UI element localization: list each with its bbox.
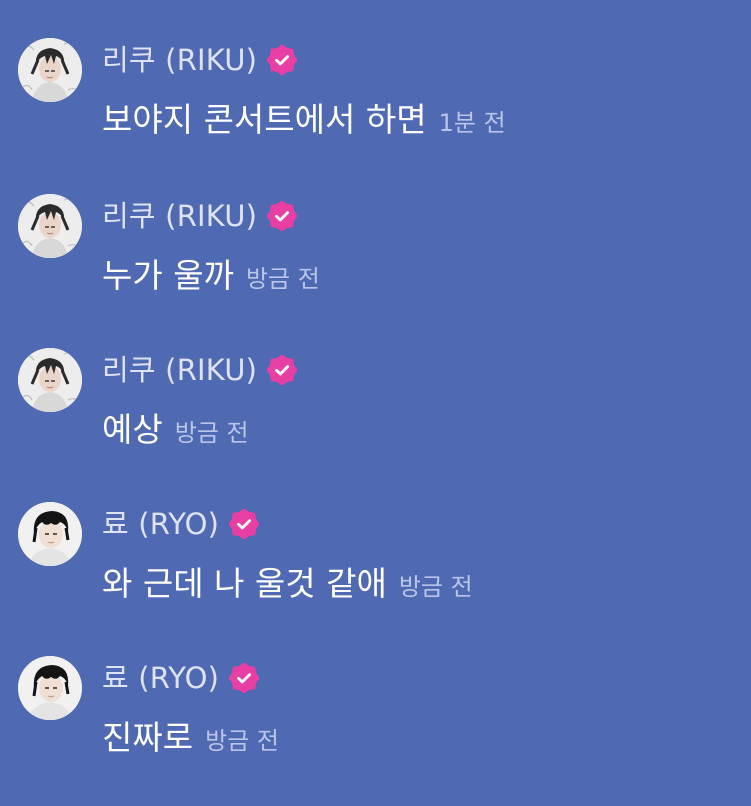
sender-name: 리쿠 (RIKU)	[102, 353, 258, 387]
message-text: 보야지 콘서트에서 하면	[102, 100, 427, 139]
message-body: 와 근데 나 울것 같애 방금 전	[102, 560, 473, 608]
chat-message: 리쿠 (RIKU) 누가 울까 방금 전	[0, 194, 751, 344]
message-header: 료 (RYO)	[102, 504, 260, 544]
message-time: 방금 전	[398, 573, 473, 601]
chat-message: 리쿠 (RIKU) 예상 방금 전	[0, 348, 751, 498]
avatar[interactable]	[18, 656, 82, 720]
message-header: 료 (RYO)	[102, 658, 260, 698]
chat-message: 료 (RYO) 진짜로 방금 전	[0, 656, 751, 806]
chat-message: 리쿠 (RIKU) 보야지 콘서트에서 하면 1분 전	[0, 38, 751, 188]
chat-message: 료 (RYO) 와 근데 나 울것 같애 방금 전	[0, 502, 751, 652]
verified-icon	[267, 355, 298, 385]
avatar[interactable]	[18, 38, 82, 102]
avatar[interactable]	[18, 502, 82, 566]
message-header: 리쿠 (RIKU)	[102, 40, 298, 80]
verified-icon	[229, 663, 260, 693]
sender-name: 료 (RYO)	[102, 507, 220, 541]
message-time: 1분 전	[438, 109, 506, 137]
verified-icon	[229, 509, 260, 539]
message-body: 보야지 콘서트에서 하면 1분 전	[102, 96, 506, 144]
chat-screen: { "theme": { "background": "#5069b3", "n…	[0, 0, 751, 792]
message-time: 방금 전	[205, 727, 279, 755]
avatar[interactable]	[18, 348, 82, 412]
message-body: 예상 방금 전	[102, 406, 249, 454]
message-text: 예상	[102, 410, 163, 449]
sender-name: 리쿠 (RIKU)	[102, 43, 258, 77]
verified-icon	[267, 45, 298, 75]
message-time: 방금 전	[174, 419, 249, 447]
message-body: 진짜로 방금 전	[102, 714, 279, 762]
message-header: 리쿠 (RIKU)	[102, 196, 298, 236]
message-body: 누가 울까 방금 전	[102, 252, 320, 300]
sender-name: 료 (RYO)	[102, 661, 220, 695]
message-text: 진짜로	[102, 718, 194, 757]
avatar[interactable]	[18, 194, 82, 258]
message-text: 누가 울까	[102, 256, 234, 295]
message-time: 방금 전	[245, 265, 320, 293]
sender-name: 리쿠 (RIKU)	[102, 199, 258, 233]
message-header: 리쿠 (RIKU)	[102, 350, 298, 390]
message-text: 와 근데 나 울것 같애	[102, 564, 387, 603]
verified-icon	[267, 201, 298, 231]
